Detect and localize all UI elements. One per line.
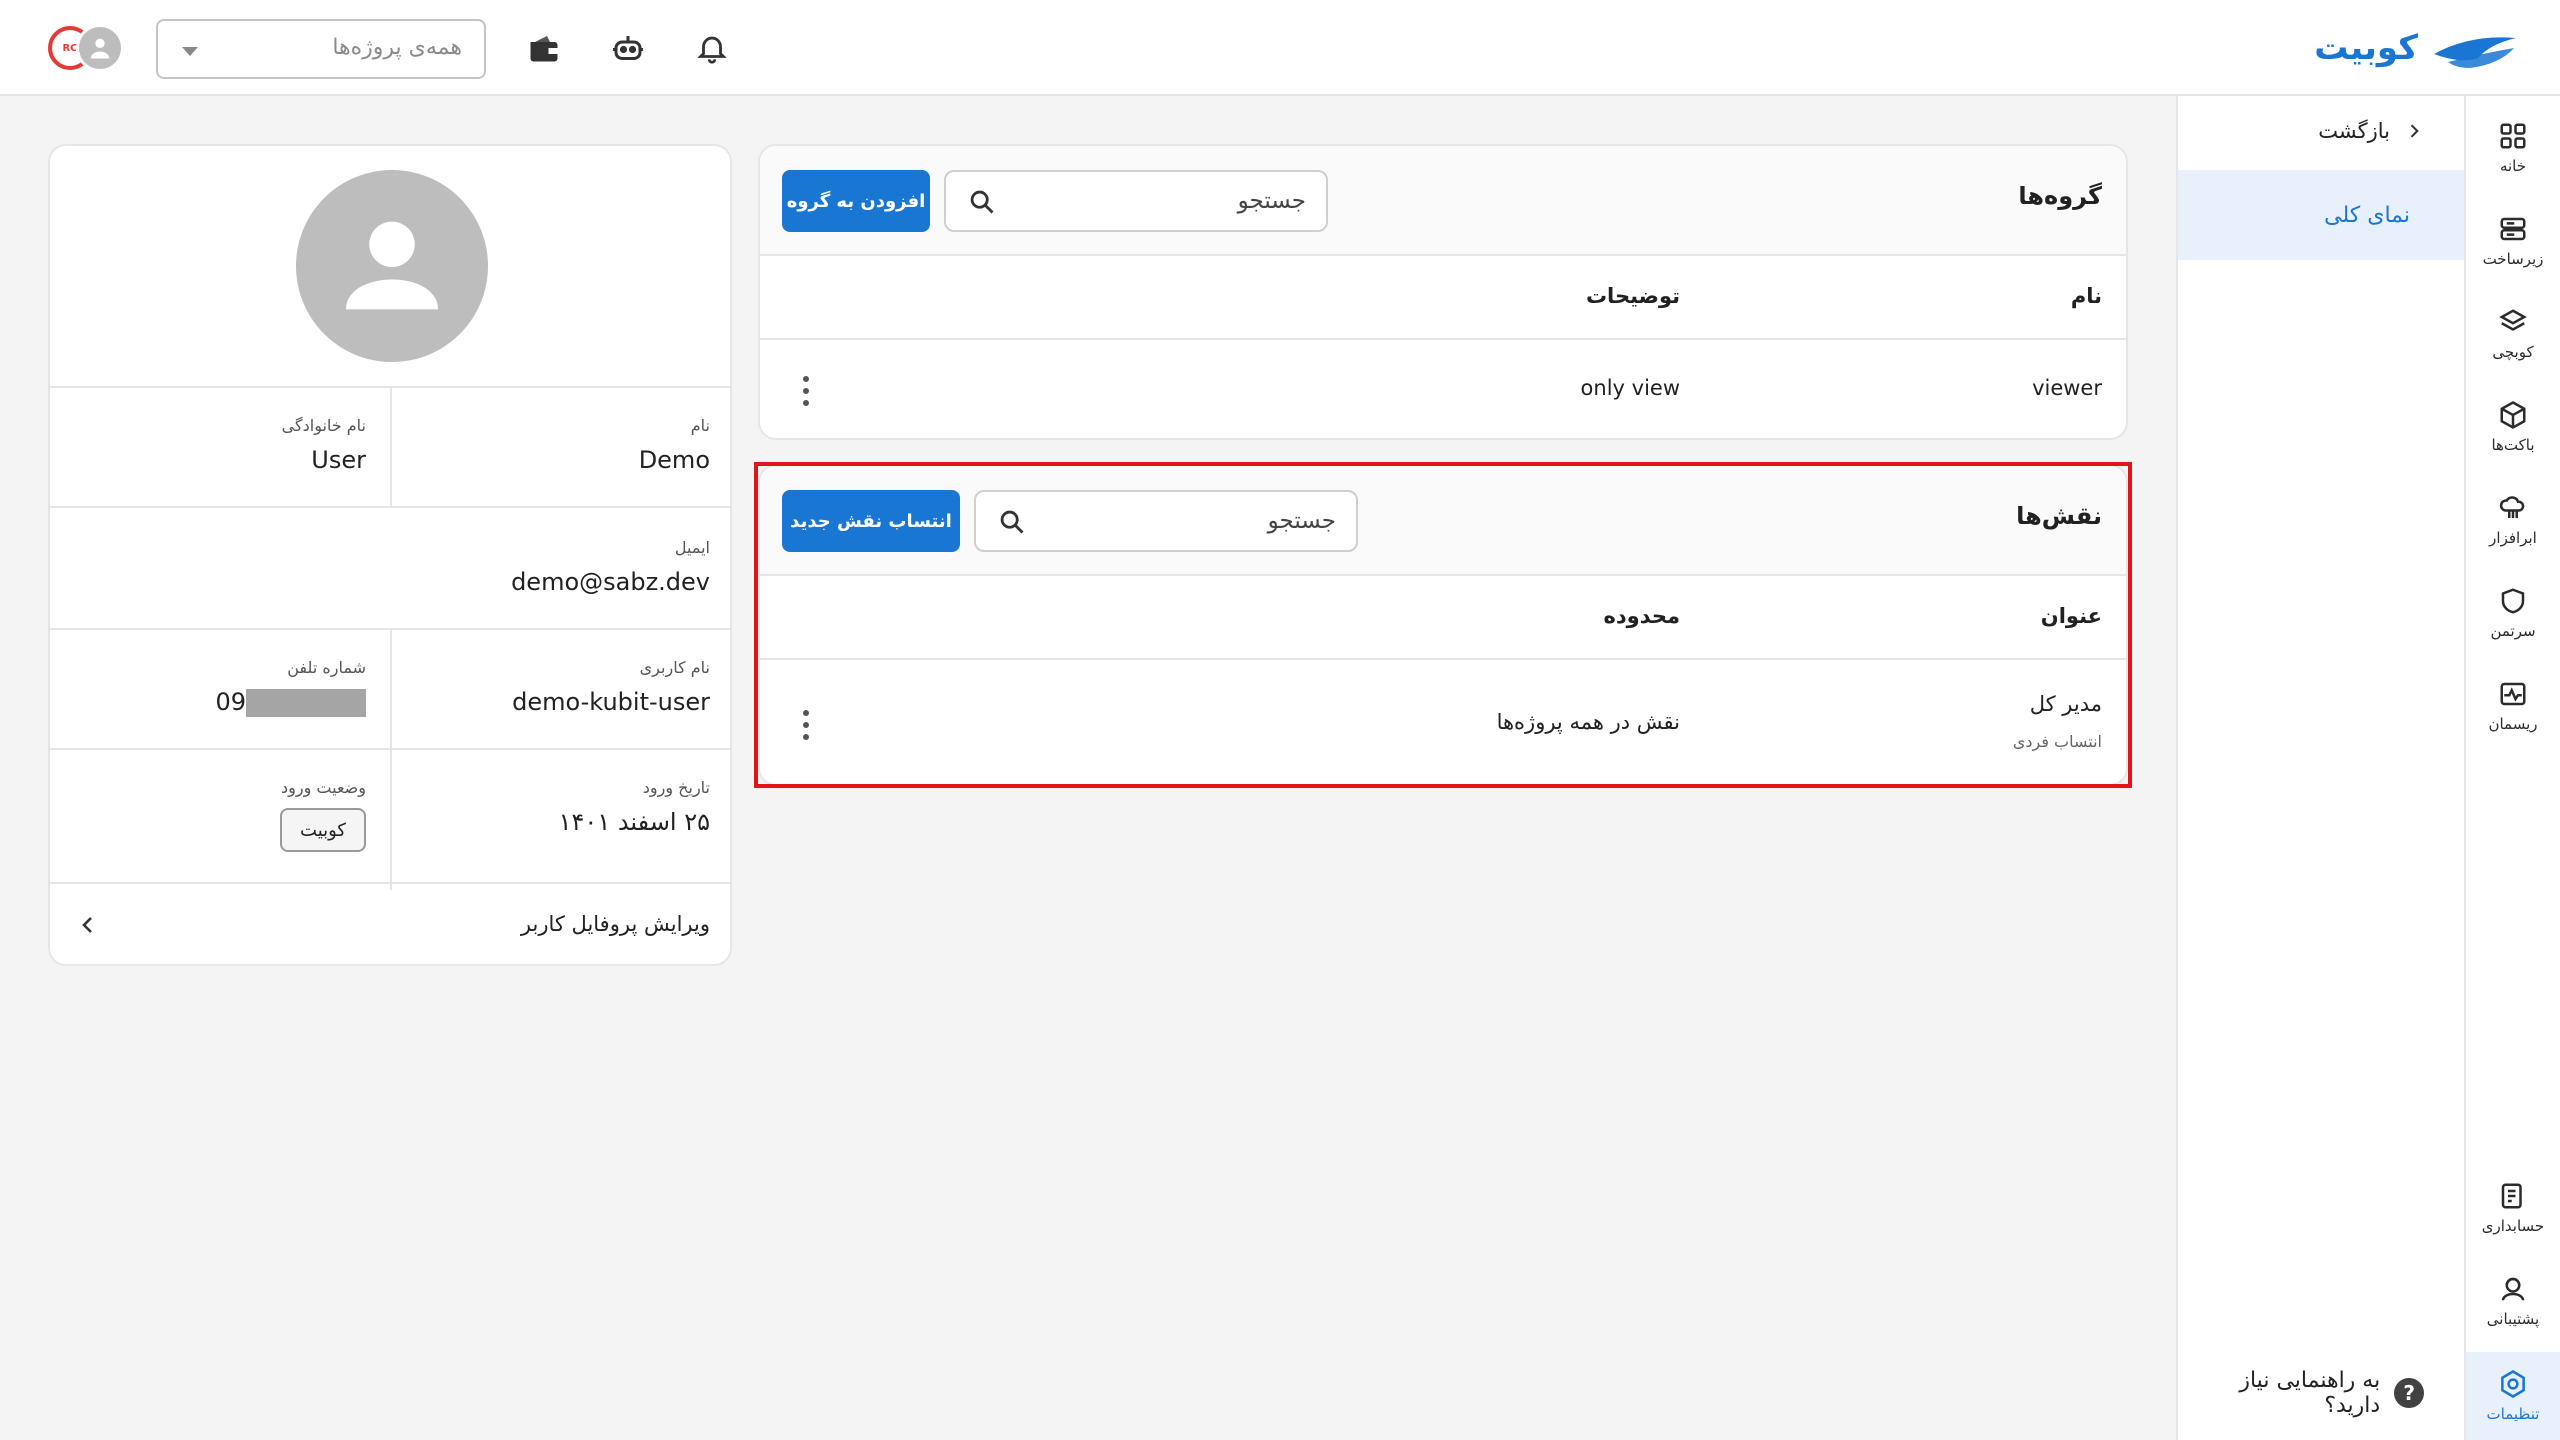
layers-icon: [2499, 309, 2527, 331]
groups-search-input[interactable]: جستجو: [944, 170, 1328, 232]
help-label: به راهنمایی نیاز دارید؟: [2239, 1368, 2381, 1418]
phone-label: شماره تلفن: [287, 658, 366, 677]
person-icon: [345, 221, 439, 310]
chevron-right-icon: [2410, 124, 2419, 138]
chevron-down-icon: [182, 47, 198, 56]
help-icon: ?: [2394, 1378, 2424, 1408]
last-name-label: نام خانوادگی: [281, 416, 366, 435]
group-name: viewer: [2032, 376, 2102, 400]
cube-icon: [2500, 401, 2526, 429]
phone-prefix: 09: [215, 688, 246, 716]
username-value: demo-kubit-user: [512, 688, 710, 716]
project-select-placeholder: همه‌ی پروژه‌ها: [332, 35, 462, 60]
rail-item-infrastructure[interactable]: زیرساخت: [2466, 199, 2560, 283]
more-vert-icon[interactable]: [802, 376, 810, 406]
help-link[interactable]: ? به راهنمایی نیاز دارید؟: [2178, 1368, 2424, 1418]
support-icon: [2501, 1277, 2525, 1301]
rail-item-cloud-apps[interactable]: ابرافزار: [2466, 478, 2560, 562]
edit-profile-row[interactable]: ویرایش پروفایل کاربر: [50, 884, 730, 964]
sidebar-item-overview[interactable]: نمای کلی: [2178, 170, 2464, 260]
rail-label: باکت‌ها: [2491, 436, 2535, 454]
last-name-value: User: [311, 446, 366, 474]
login-date-label: تاریخ ورود: [642, 778, 710, 797]
email-value: demo@sabz.dev: [511, 568, 710, 596]
rail-label: تنظیمات: [2486, 1405, 2540, 1423]
phone-masked: [246, 689, 366, 717]
rail-item-support[interactable]: پشتیبانی: [2466, 1259, 2560, 1343]
settings-sidebar: بازگشت نمای کلی ? به راهنمایی نیاز دارید…: [2176, 96, 2464, 1440]
search-icon: [970, 190, 994, 214]
rail-label: زیرساخت: [2482, 250, 2544, 268]
groups-header: گروه‌ها جستجو افزودن به گروه: [760, 146, 2126, 256]
account-menu[interactable]: RC: [48, 22, 124, 74]
billing-icon: [2501, 1183, 2522, 1209]
overview-label: نمای کلی: [2324, 202, 2410, 228]
bell-icon[interactable]: [690, 26, 734, 70]
edit-profile-label: ویرایش پروفایل کاربر: [520, 912, 710, 936]
column-name: نام: [2070, 284, 2102, 308]
divider: [50, 748, 730, 750]
rail-item-kubchi[interactable]: کوبچی: [2466, 292, 2560, 376]
rail-label: ابرافزار: [2489, 529, 2537, 547]
rail-label: سرتمن: [2490, 622, 2536, 640]
groups-title: گروه‌ها: [2018, 182, 2102, 210]
table-row[interactable]: viewer only view: [760, 342, 2126, 438]
groups-column-header: نام توضیحات: [760, 256, 2126, 340]
rail-item-home[interactable]: خانه: [2466, 106, 2560, 190]
search-placeholder: جستجو: [1237, 188, 1306, 214]
rail-label: کوبچی: [2492, 343, 2534, 361]
rail-label: خانه: [2499, 157, 2527, 175]
groups-card: گروه‌ها جستجو افزودن به گروه نام توضیحات…: [758, 144, 2128, 440]
first-name-label: نام: [690, 416, 710, 435]
rail-item-risman[interactable]: ریسمان: [2466, 664, 2560, 748]
column-description: توضیحات: [1585, 284, 1680, 308]
profile-card: نام Demo نام خانوادگی User ایمیل demo@sa…: [48, 144, 732, 966]
wallet-icon[interactable]: [522, 26, 566, 70]
divider: [390, 388, 392, 506]
chevron-left-icon: [82, 917, 92, 933]
rail-label: پشتیبانی: [2486, 1310, 2540, 1328]
robot-icon[interactable]: [606, 26, 650, 70]
avatar: [296, 170, 488, 362]
top-bar: کوبیت همه‌ی پروژه‌ها RC: [0, 0, 2560, 96]
icon-rail: خانه زیرساخت کوبچی باکت‌ها ابرافزار سرتم…: [2464, 96, 2560, 1440]
login-status-chip: کوبیت: [280, 808, 366, 852]
rail-label: حسابداری: [2481, 1217, 2545, 1235]
divider: [50, 506, 730, 508]
pulse-icon: [2500, 682, 2526, 706]
server-icon: [2500, 217, 2526, 241]
avatar[interactable]: [76, 24, 124, 72]
phone-value: 09: [215, 688, 366, 717]
rail-item-settings[interactable]: تنظیمات: [2466, 1352, 2560, 1440]
add-to-group-button[interactable]: افزودن به گروه: [782, 170, 930, 232]
email-label: ایمیل: [674, 538, 710, 557]
login-date-value: ۲۵ اسفند ۱۴۰۱: [558, 808, 710, 836]
rail-item-sartaman[interactable]: سرتمن: [2466, 571, 2560, 655]
rail-item-buckets[interactable]: باکت‌ها: [2466, 385, 2560, 469]
rail-label: ریسمان: [2488, 715, 2538, 733]
login-status-label: وضعیت ورود: [281, 778, 366, 797]
back-label: بازگشت: [2318, 119, 2390, 143]
rail-item-billing[interactable]: حسابداری: [2466, 1166, 2560, 1250]
grid-icon: [2500, 123, 2526, 149]
shield-icon: [2501, 588, 2525, 614]
first-name-value: Demo: [638, 446, 710, 474]
group-description: only view: [1580, 376, 1680, 400]
kubit-logo[interactable]: کوبیت: [2314, 24, 2520, 72]
project-select[interactable]: همه‌ی پروژه‌ها: [156, 19, 486, 79]
back-button[interactable]: بازگشت: [2178, 96, 2464, 166]
divider: [390, 630, 392, 890]
settings-icon: [2501, 1370, 2525, 1398]
logo-text: کوبیت: [2314, 28, 2418, 68]
username-label: نام کاربری: [639, 658, 710, 677]
logo-wave-icon: [2434, 37, 2516, 68]
cloud-app-icon: [2499, 496, 2525, 518]
highlight-box: [754, 462, 2132, 788]
